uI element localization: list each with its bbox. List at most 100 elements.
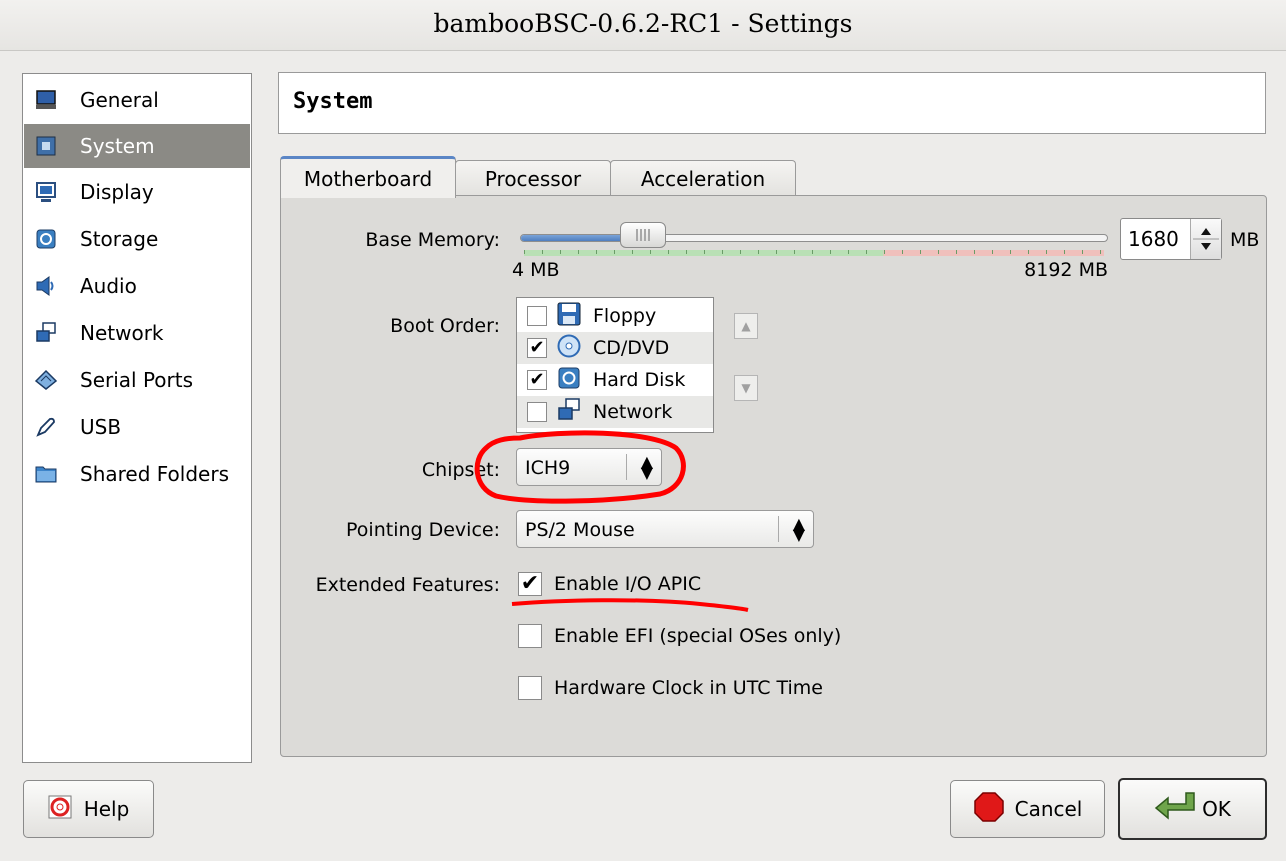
enable-io-apic-checkbox[interactable]: ✔	[518, 572, 542, 596]
boot-order-label: Boot Order:	[390, 315, 500, 337]
enable-io-apic-option[interactable]: ✔ Enable I/O APIC	[518, 572, 701, 596]
sidebar-item-audio[interactable]: Audio	[24, 264, 250, 308]
ok-button-label: OK	[1202, 797, 1231, 821]
sidebar-item-storage[interactable]: Storage	[24, 217, 250, 261]
sidebar-item-label: USB	[80, 415, 122, 439]
pointing-device-select[interactable]: PS/2 Mouse ▲ ▼	[516, 510, 814, 548]
boot-hard-disk-checkbox[interactable]: ✔	[527, 370, 547, 390]
boot-cd-dvd-checkbox[interactable]: ✔	[527, 338, 547, 358]
move-down-button[interactable]: ▼	[734, 375, 758, 401]
floppy-icon	[557, 302, 581, 331]
base-memory-unit: MB	[1230, 229, 1260, 251]
tab-processor[interactable]: Processor	[455, 160, 611, 196]
enable-efi-label: Enable EFI (special OSes only)	[554, 625, 842, 647]
help-icon	[48, 795, 72, 824]
tab-label: Acceleration	[640, 166, 766, 191]
help-button-label: Help	[83, 797, 130, 821]
sidebar-item-serial-ports[interactable]: Serial Ports	[24, 358, 250, 402]
boot-order-list[interactable]: Floppy ✔ CD/DVD ✔ Hard Disk Network	[516, 297, 714, 433]
hard-disk-icon	[557, 366, 581, 395]
sidebar-item-label: Storage	[80, 227, 159, 251]
boot-network-checkbox[interactable]	[527, 402, 547, 422]
cancel-button-label: Cancel	[1014, 797, 1083, 821]
base-memory-max-label: 8192 MB	[1024, 259, 1108, 281]
folder-icon	[34, 462, 58, 486]
enable-efi-checkbox[interactable]	[518, 624, 542, 648]
boot-item-label: Floppy	[593, 305, 657, 327]
sidebar-item-display[interactable]: Display	[24, 170, 250, 214]
extended-features-label: Extended Features:	[315, 574, 500, 596]
sidebar-item-label: Display	[80, 180, 154, 204]
network-icon	[34, 321, 58, 345]
arrow-up-icon: ▲	[741, 319, 751, 333]
usb-icon	[34, 415, 58, 439]
arrow-down-icon: ▼	[741, 381, 751, 395]
sidebar-item-label: System	[80, 134, 155, 158]
network-icon	[557, 397, 581, 427]
utc-clock-option[interactable]: Hardware Clock in UTC Time	[518, 676, 823, 700]
combo-separator	[778, 516, 779, 542]
updown-arrows-icon: ▲ ▼	[792, 514, 805, 544]
chipset-value: ICH9	[525, 457, 571, 479]
sidebar-item-label: General	[80, 88, 159, 112]
pointing-device-value: PS/2 Mouse	[525, 519, 635, 541]
sidebar-item-network[interactable]: Network	[24, 311, 250, 355]
tab-motherboard[interactable]: Motherboard	[280, 156, 456, 198]
sidebar-item-usb[interactable]: USB	[24, 405, 250, 449]
utc-clock-label: Hardware Clock in UTC Time	[554, 677, 823, 699]
tab-acceleration[interactable]: Acceleration	[610, 160, 796, 196]
boot-item-label: Hard Disk	[593, 369, 686, 391]
combo-separator	[626, 454, 627, 480]
boot-item-hard-disk[interactable]: ✔ Hard Disk	[517, 364, 713, 396]
base-memory-min-label: 4 MB	[512, 259, 560, 281]
sidebar-item-label: Audio	[80, 274, 137, 298]
pointing-device-label: Pointing Device:	[346, 519, 500, 541]
tab-label: Processor	[484, 166, 582, 191]
base-memory-spinbox[interactable]: 1680	[1120, 218, 1222, 260]
boot-item-cd-dvd[interactable]: ✔ CD/DVD	[517, 332, 713, 364]
boot-floppy-checkbox[interactable]	[527, 306, 547, 326]
sidebar-item-label: Network	[80, 321, 164, 345]
confirm-arrow-icon	[1154, 790, 1198, 829]
boot-item-label: Network	[593, 401, 673, 423]
enable-io-apic-label: Enable I/O APIC	[554, 573, 702, 595]
title-bar: bambooBSC-0.6.2-RC1 - Settings	[0, 0, 1286, 51]
speaker-icon	[34, 274, 58, 298]
display-icon	[34, 180, 58, 204]
help-button[interactable]: Help	[23, 780, 154, 838]
settings-sidebar: General System Display Storage Audio Net…	[22, 73, 252, 763]
base-memory-slider-handle[interactable]	[619, 222, 666, 248]
base-memory-value: 1680	[1128, 227, 1179, 251]
spin-buttons[interactable]	[1190, 219, 1221, 259]
boot-item-floppy[interactable]: Floppy	[517, 300, 713, 332]
sidebar-item-general[interactable]: General	[24, 78, 250, 122]
chipset-label: Chipset:	[421, 459, 500, 481]
base-memory-slider-track[interactable]	[520, 234, 1108, 242]
page-header: System	[278, 72, 1266, 134]
move-up-button[interactable]: ▲	[734, 313, 758, 339]
monitor-icon	[34, 88, 58, 112]
window-title: bambooBSC-0.6.2-RC1 - Settings	[433, 9, 853, 38]
sidebar-item-system[interactable]: System	[24, 124, 250, 168]
stop-icon	[973, 791, 1005, 828]
base-memory-label: Base Memory:	[365, 229, 500, 251]
sidebar-item-shared-folders[interactable]: Shared Folders	[24, 452, 250, 496]
tab-label: Motherboard	[303, 166, 433, 191]
base-memory-scale	[524, 250, 1104, 256]
page-title: System	[293, 89, 373, 114]
boot-item-network[interactable]: Network	[517, 396, 713, 428]
updown-arrows-icon: ▲ ▼	[640, 452, 653, 482]
enable-efi-option[interactable]: Enable EFI (special OSes only)	[518, 624, 841, 648]
chip-icon	[34, 134, 58, 158]
cancel-button[interactable]: Cancel	[950, 780, 1105, 838]
chipset-select[interactable]: ICH9 ▲ ▼	[516, 448, 662, 486]
serial-port-icon	[34, 368, 58, 392]
spin-arrows-icon	[1193, 228, 1219, 250]
utc-clock-checkbox[interactable]	[518, 676, 542, 700]
cd-icon	[557, 334, 581, 363]
disk-icon	[34, 227, 58, 251]
boot-item-label: CD/DVD	[593, 337, 670, 359]
sidebar-item-label: Shared Folders	[80, 462, 229, 486]
ok-button[interactable]: OK	[1118, 778, 1267, 840]
sidebar-item-label: Serial Ports	[80, 368, 194, 392]
